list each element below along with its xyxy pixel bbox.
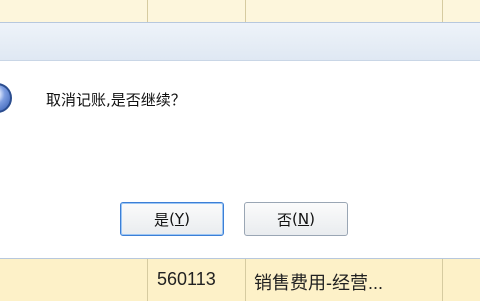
yes-button-label: 是 [154, 210, 170, 229]
yes-hotkey: Y [174, 210, 185, 228]
no-hotkey-close: ) [309, 210, 315, 228]
confirm-dialog: 取消记账,是否继续？ 是(Y) 否(N) [0, 22, 480, 259]
sheet-row-above-dialog [0, 0, 480, 23]
no-button-label: 否 [277, 210, 293, 229]
grid-line [147, 0, 148, 22]
dialog-message: 取消记账,是否继续？ [46, 91, 186, 109]
grid-line [442, 0, 443, 22]
account-code-cell[interactable]: 560113 [157, 269, 216, 290]
question-icon [0, 83, 12, 113]
grid-line [245, 258, 246, 301]
grid-line [245, 0, 246, 22]
no-hotkey: N [297, 210, 310, 228]
yes-button[interactable]: 是(Y) [120, 202, 224, 236]
yes-hotkey-close: ) [184, 210, 190, 228]
dialog-title-bar[interactable] [0, 23, 480, 61]
grid-line [147, 258, 148, 301]
sheet-row[interactable]: 560113 销售费用-经营... [0, 257, 480, 301]
grid-line [442, 258, 443, 301]
no-button[interactable]: 否(N) [244, 202, 348, 236]
account-name-cell[interactable]: 销售费用-经营... [254, 269, 383, 295]
